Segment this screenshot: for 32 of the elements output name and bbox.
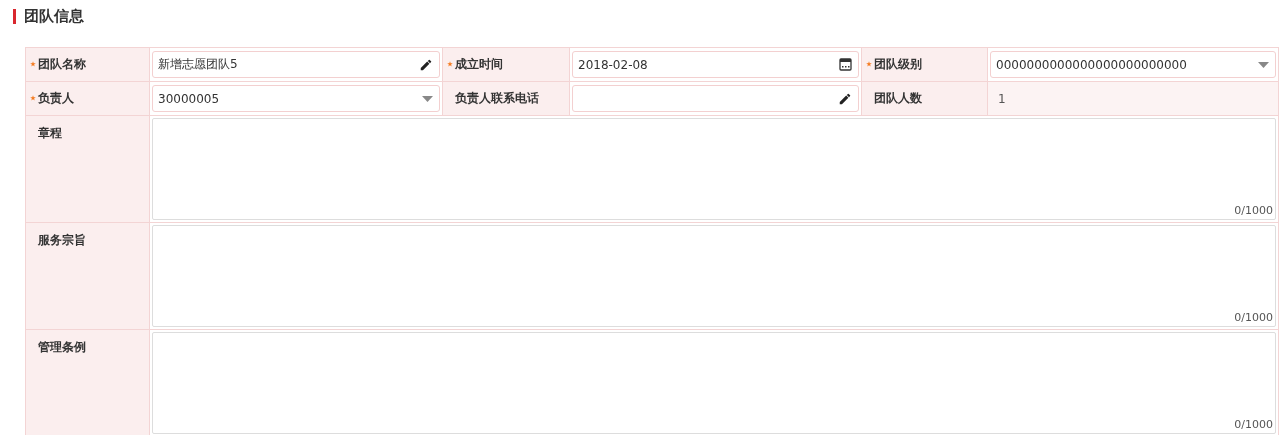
accent-bar bbox=[13, 8, 16, 24]
calendar-icon bbox=[839, 58, 852, 71]
text-area[interactable]: 0/1000 bbox=[152, 225, 1276, 327]
text-area[interactable]: 0/1000 bbox=[152, 118, 1276, 220]
field-label: 团队名称 bbox=[26, 48, 150, 81]
field-label: 团队人数 bbox=[862, 82, 988, 115]
field-label: 管理条例 bbox=[26, 330, 150, 435]
field-label: 服务宗旨 bbox=[26, 223, 150, 329]
field-value: 1 bbox=[997, 91, 1006, 106]
input-field[interactable]: 新增志愿团队5 bbox=[152, 51, 440, 78]
required-icon bbox=[447, 60, 453, 67]
field-label: 负责人联系电话 bbox=[443, 82, 570, 115]
field-label: 团队级别 bbox=[862, 48, 988, 81]
pencil-icon bbox=[419, 57, 433, 72]
character-counter: 0/1000 bbox=[1234, 418, 1273, 431]
required-icon bbox=[30, 94, 36, 101]
text-area[interactable]: 0/1000 bbox=[152, 332, 1276, 434]
caret-icon bbox=[1258, 61, 1269, 68]
character-counter: 0/1000 bbox=[1234, 311, 1273, 324]
field-label: 成立时间 bbox=[443, 48, 570, 81]
character-counter: 0/1000 bbox=[1234, 204, 1273, 217]
field-label: 章程 bbox=[26, 116, 150, 222]
input-field[interactable] bbox=[572, 85, 859, 112]
required-icon bbox=[866, 60, 872, 67]
pencil-icon bbox=[838, 91, 852, 106]
date-field[interactable]: 2018-02-08 bbox=[572, 51, 859, 78]
section-title: 团队信息 bbox=[24, 6, 84, 26]
caret-icon bbox=[422, 95, 433, 102]
dropdown-field[interactable]: 30000005 bbox=[152, 85, 440, 112]
required-icon bbox=[30, 60, 36, 67]
dropdown-field[interactable]: 0000000000000000000000000 bbox=[990, 51, 1276, 78]
field-label: 负责人 bbox=[26, 82, 150, 115]
